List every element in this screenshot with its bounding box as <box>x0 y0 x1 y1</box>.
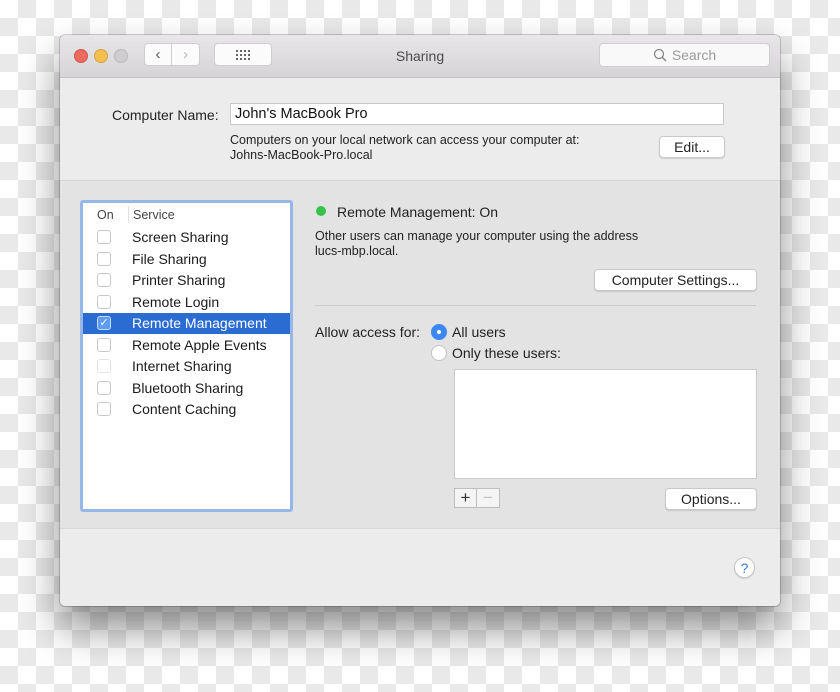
column-separator <box>128 206 129 223</box>
sharing-window: ‹ › Sharing Search Computer Name: John's… <box>60 35 780 606</box>
service-name: Content Caching <box>132 401 237 417</box>
service-checkbox[interactable] <box>97 251 111 266</box>
service-name: File Sharing <box>132 250 207 267</box>
service-checkbox[interactable] <box>97 337 111 352</box>
radio-only-these-users-label[interactable]: Only these users: <box>452 345 561 361</box>
service-checkbox[interactable] <box>97 273 111 287</box>
service-status: Remote Management: On <box>337 204 499 220</box>
service-checkbox[interactable] <box>97 402 111 416</box>
service-checkbox <box>97 359 111 373</box>
search-field[interactable]: Search <box>599 43 770 67</box>
search-placeholder: Search <box>671 47 717 63</box>
service-name: Remote Login <box>132 293 220 310</box>
question-mark-icon: ? <box>740 559 749 576</box>
options-button[interactable]: Options... <box>665 488 757 510</box>
radio-all-users[interactable] <box>431 324 447 340</box>
services-list[interactable]: On Service Screen Sharing File Sharing P… <box>80 200 293 512</box>
service-row-remote-management[interactable]: ✓ Remote Management <box>83 313 290 334</box>
search-icon <box>653 48 667 62</box>
services-header: On Service <box>83 203 290 225</box>
plus-icon: + <box>460 488 471 507</box>
radio-all-users-label[interactable]: All users <box>452 324 506 340</box>
service-row-remote-login[interactable]: Remote Login <box>83 292 290 313</box>
service-name: Printer Sharing <box>132 272 226 288</box>
service-name: Internet Sharing <box>132 358 232 374</box>
service-row-content-caching[interactable]: Content Caching <box>83 399 290 420</box>
service-row-screen-sharing[interactable]: Screen Sharing <box>83 227 290 248</box>
service-row-printer-sharing[interactable]: Printer Sharing <box>83 270 290 291</box>
service-description-line1: Other users can manage your computer usi… <box>315 229 639 243</box>
title-bar: ‹ › Sharing Search <box>60 35 780 78</box>
service-description-line2: lucs-mbp.local. <box>315 244 399 258</box>
service-checkbox[interactable] <box>97 230 111 244</box>
service-name: Remote Management <box>132 315 267 331</box>
add-user-button[interactable]: + <box>454 488 477 508</box>
minus-icon: − <box>483 488 493 507</box>
network-address: Johns-MacBook-Pro.local <box>230 148 373 162</box>
service-row-remote-apple-events[interactable]: Remote Apple Events <box>83 335 290 356</box>
add-remove-buttons: + − <box>454 488 500 508</box>
service-checkbox[interactable] <box>97 294 111 309</box>
service-row-bluetooth-sharing[interactable]: Bluetooth Sharing <box>83 378 290 399</box>
service-checkbox[interactable] <box>97 380 111 395</box>
service-name: Screen Sharing <box>132 229 229 245</box>
section-divider <box>315 305 756 306</box>
help-button[interactable]: ? <box>734 557 755 578</box>
service-name: Remote Apple Events <box>132 336 267 353</box>
users-list[interactable] <box>454 369 757 479</box>
service-row-internet-sharing[interactable]: Internet Sharing <box>83 356 290 377</box>
service-name: Bluetooth Sharing <box>132 379 244 396</box>
radio-only-these-users[interactable] <box>431 345 447 361</box>
column-service[interactable]: Service <box>133 208 175 222</box>
computer-name-input[interactable]: John's MacBook Pro <box>230 103 724 125</box>
checkmark-icon[interactable]: ✓ <box>97 316 111 330</box>
computer-settings-button[interactable]: Computer Settings... <box>594 269 757 291</box>
network-info-line1: Computers on your local network can acce… <box>230 133 580 147</box>
column-on[interactable]: On <box>97 208 114 222</box>
allow-access-label: Allow access for: <box>315 324 421 340</box>
computer-name-label: Computer Name: <box>112 107 219 123</box>
service-row-file-sharing[interactable]: File Sharing <box>83 249 290 270</box>
remove-user-button[interactable]: − <box>477 488 500 508</box>
status-indicator <box>316 206 326 216</box>
edit-button[interactable]: Edit... <box>659 136 725 158</box>
